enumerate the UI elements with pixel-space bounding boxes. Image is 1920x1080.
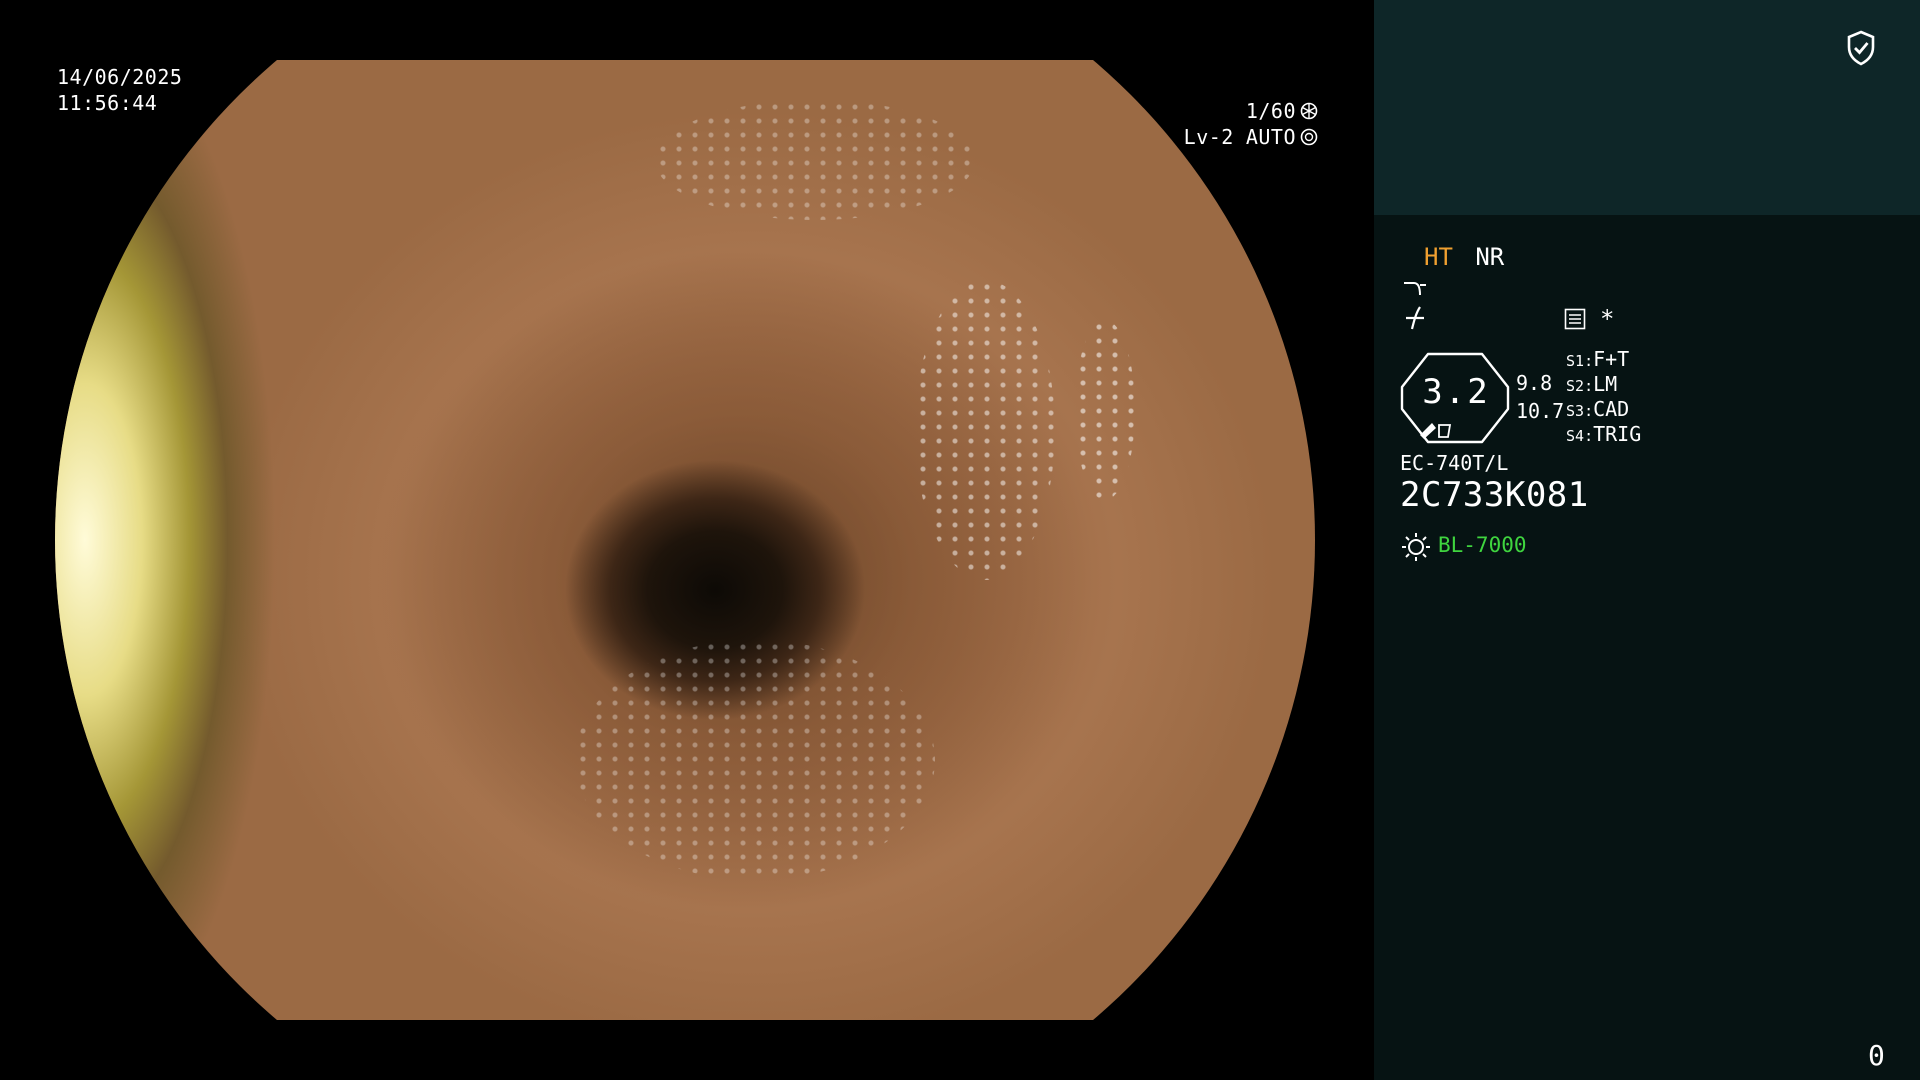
illuminated-wall	[55, 20, 355, 1060]
asterisk-indicator: *	[1600, 305, 1615, 333]
endoscope-video-area: 14/06/2025 11:56:44 1/60 Lv-2 AUTO	[0, 0, 1374, 1080]
scale-top-value: 9.8	[1516, 371, 1553, 395]
shutter-text: 1/60	[1245, 99, 1296, 123]
switch-value: CAD	[1593, 397, 1630, 421]
switch-value: TRIG	[1593, 422, 1642, 446]
exposure-row: Lv-2 AUTO	[1184, 124, 1318, 150]
contrast-icon	[1406, 306, 1424, 330]
mucus-speckles	[575, 640, 935, 880]
endoscopic-image	[55, 20, 1315, 1060]
scope-model: EC-740T/L	[1400, 451, 1509, 475]
switch-item: S3:CAD	[1566, 397, 1630, 421]
switch-key: S3	[1566, 402, 1585, 420]
exposure-readout: 1/60 Lv-2 AUTO	[1184, 98, 1318, 150]
shutter-row: 1/60	[1184, 98, 1318, 124]
mucus-speckles	[655, 100, 975, 220]
enhancement-row: HT NR	[1424, 243, 1504, 271]
switch-list: S1:F+T S2:LM S3:CAD S4:TRIG	[1566, 347, 1641, 447]
switch-key: S4	[1566, 427, 1585, 445]
shutter-icon	[1300, 102, 1318, 120]
exposure-level-text: Lv-2	[1183, 125, 1234, 149]
sun-icon	[1402, 533, 1430, 561]
light-source-label: BL-7000	[1438, 533, 1527, 557]
switch-value: LM	[1593, 372, 1618, 396]
time-text: 11:56:44	[57, 91, 158, 115]
scope-serial: 2C733K081	[1400, 475, 1589, 515]
ht-label: HT	[1424, 243, 1453, 271]
switch-key: S2	[1566, 377, 1585, 395]
date-text: 14/06/2025	[57, 65, 183, 89]
mucus-speckles	[915, 280, 1055, 580]
mucus-speckles	[1075, 320, 1135, 500]
switch-item: S1:F+T	[1566, 347, 1630, 371]
switch-item: S4:TRIG	[1566, 422, 1642, 446]
switch-key: S1	[1566, 352, 1585, 370]
settings-info-panel: HT NR * 3.2 9.8 10.7 S1:F+T S2:LM S3:CAD…	[1374, 215, 1920, 1080]
aperture-icon	[1300, 128, 1318, 146]
curve-icon	[1404, 282, 1426, 296]
top-info-panel	[1374, 0, 1920, 215]
shield-check-icon	[1847, 30, 1875, 66]
datetime-readout: 14/06/2025 11:56:44	[57, 64, 182, 116]
switch-value: F+T	[1593, 347, 1630, 371]
menu-list-icon	[1564, 308, 1586, 330]
switch-item: S2:LM	[1566, 372, 1618, 396]
scale-bottom-value: 10.7	[1516, 399, 1565, 423]
exposure-mode-text: AUTO	[1245, 125, 1296, 149]
frame-counter: 0	[1868, 1039, 1885, 1072]
nr-label: NR	[1475, 243, 1505, 271]
zoom-value: 3.2	[1422, 372, 1490, 412]
